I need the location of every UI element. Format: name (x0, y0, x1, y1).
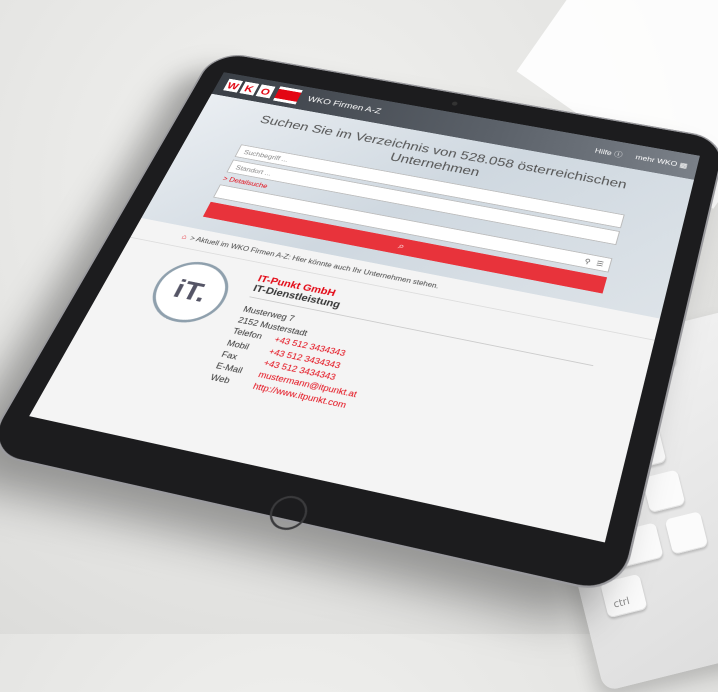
help-label: Hilfe (594, 146, 613, 157)
home-icon[interactable]: ⌂ (180, 233, 188, 241)
search-placeholder: Suchbegriff ... (242, 148, 290, 164)
list-icon[interactable]: ☰ (595, 260, 604, 268)
home-button[interactable] (264, 492, 313, 534)
company-logo: iT. (140, 256, 240, 330)
camera (451, 101, 459, 107)
tablet-scene: W K O WKO Firmen A-Z Hilfe ⓘ mehr WKO ▦ … (0, 0, 718, 634)
more-wko-link[interactable]: mehr WKO ▦ (635, 153, 689, 170)
info-icon: ⓘ (613, 149, 624, 159)
logo-flag-bar (272, 86, 303, 105)
tablet-device: W K O WKO Firmen A-Z Hilfe ⓘ mehr WKO ▦ … (0, 50, 718, 597)
location-placeholder: Standort ... (234, 164, 273, 178)
grid-icon: ▦ (678, 160, 689, 170)
location-icons: ⚲ ☰ (584, 257, 605, 268)
help-link[interactable]: Hilfe ⓘ (594, 145, 624, 159)
map-pin-icon[interactable]: ⚲ (584, 257, 592, 265)
more-wko-label: mehr WKO (634, 153, 679, 168)
search-icon: ⌕ (396, 241, 407, 252)
logo-letter-o: O (255, 84, 276, 99)
tablet-screen: W K O WKO Firmen A-Z Hilfe ⓘ mehr WKO ▦ … (29, 72, 700, 543)
